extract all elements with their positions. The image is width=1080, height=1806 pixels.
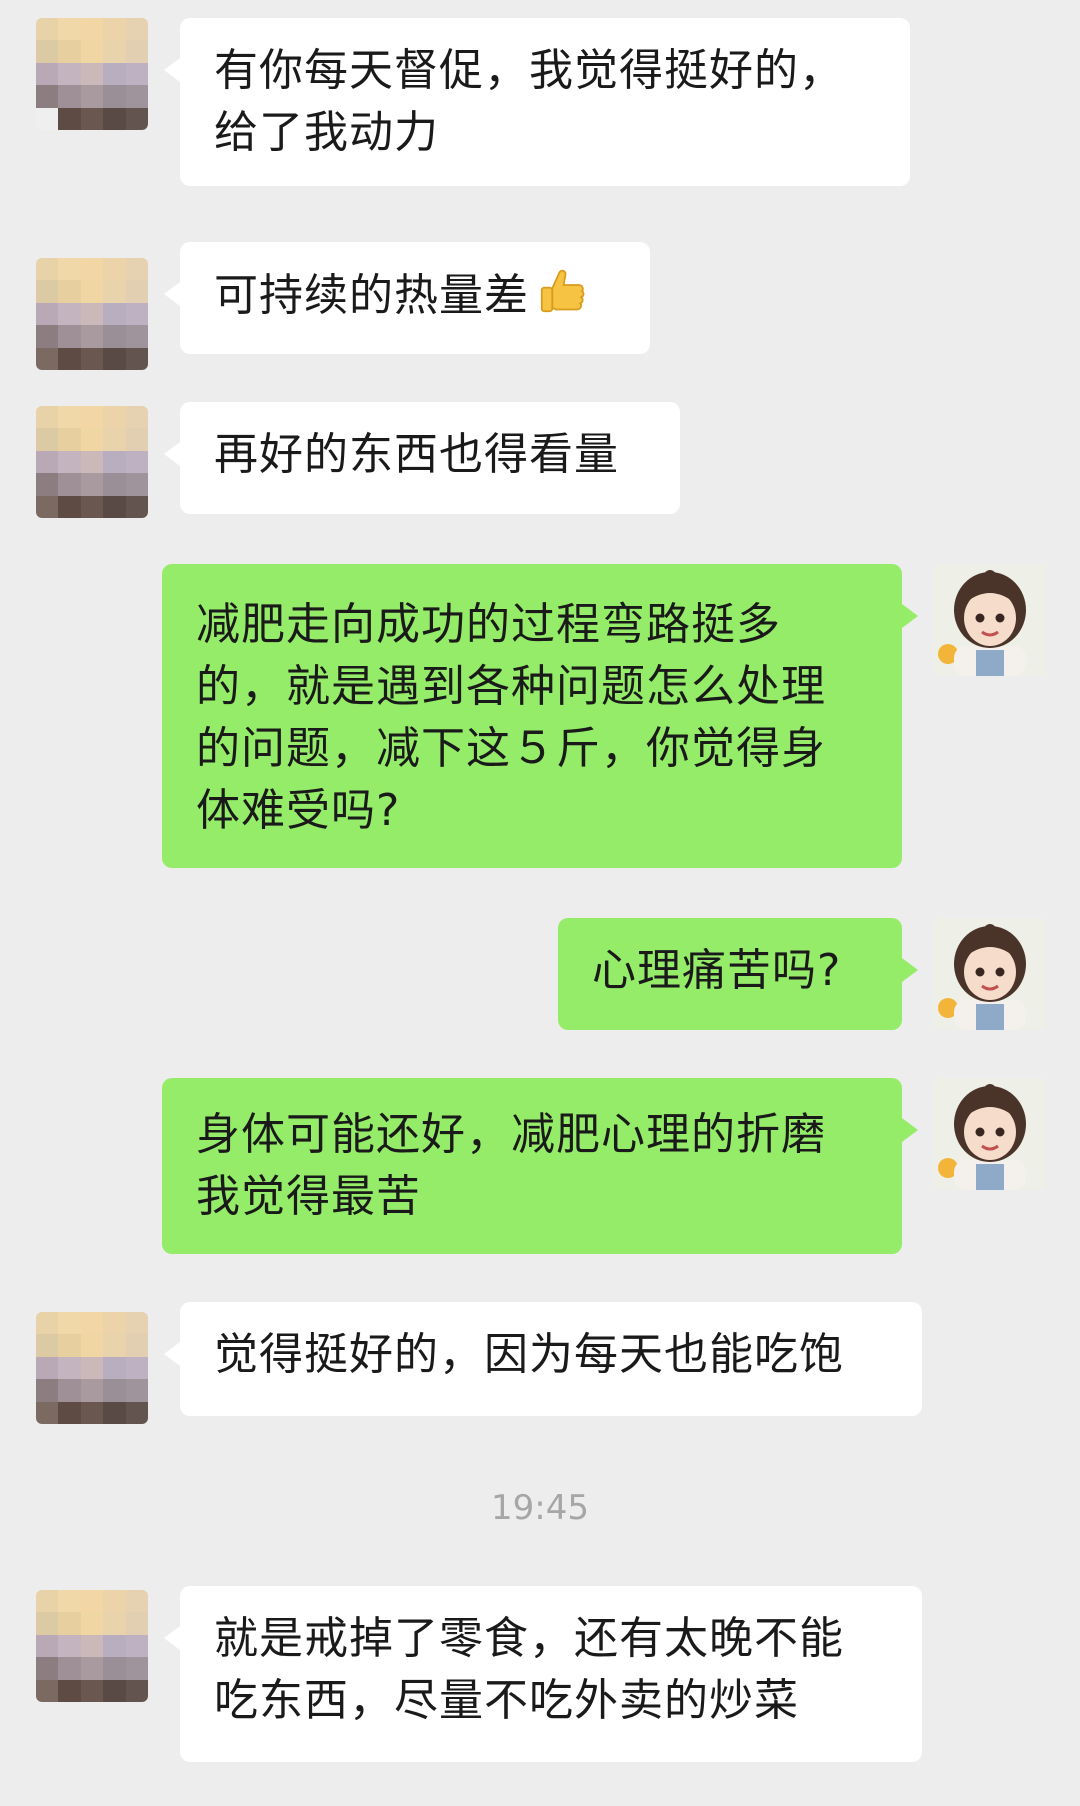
chat-timestamp: 19:45 <box>491 1488 589 1528</box>
incoming-message-bubble[interactable]: 再好的东西也得看量 <box>164 402 680 514</box>
thumbs-up-icon <box>540 269 585 313</box>
contact-avatar[interactable] <box>36 258 148 370</box>
message-text: 再好的东西也得看量 <box>214 429 619 480</box>
incoming-message-bubble[interactable]: 可持续的热量差 <box>164 242 650 354</box>
incoming-message-bubble[interactable]: 有你每天督促，我觉得挺好的，给了我动力 <box>164 18 910 186</box>
message-text: 觉得挺好的，因为每天也能吃饱 <box>214 1329 844 1380</box>
cartoon-girl-avatar-icon <box>934 1078 1046 1190</box>
message-text: 有你每天督促，我觉得挺好的，给了我动力 <box>214 45 844 158</box>
contact-avatar[interactable] <box>36 406 148 518</box>
pixelated-avatar-icon <box>36 406 148 518</box>
self-avatar[interactable] <box>934 918 1046 1030</box>
contact-avatar[interactable] <box>36 1312 148 1424</box>
cartoon-girl-avatar-icon <box>934 918 1046 1030</box>
self-avatar[interactable] <box>934 1078 1046 1190</box>
incoming-message-bubble[interactable]: 就是戒掉了零食，还有太晚不能吃东西，尽量不吃外卖的炒菜 <box>164 1586 922 1762</box>
message-text: 就是戒掉了零食，还有太晚不能吃东西，尽量不吃外卖的炒菜 <box>214 1613 844 1726</box>
outgoing-message-bubble[interactable]: 减肥走向成功的过程弯路挺多的，就是遇到各种问题怎么处理的问题，减下这５斤，你觉得… <box>162 564 918 868</box>
pixelated-avatar-icon <box>36 258 148 370</box>
contact-avatar[interactable] <box>36 18 148 130</box>
contact-avatar[interactable] <box>36 1590 148 1702</box>
pixelated-avatar-icon <box>36 1590 148 1702</box>
cartoon-girl-avatar-icon <box>934 564 1046 676</box>
pixelated-avatar-icon <box>36 1312 148 1424</box>
message-text: 身体可能还好，减肥心理的折磨我觉得最苦 <box>196 1109 826 1222</box>
self-avatar[interactable] <box>934 564 1046 676</box>
incoming-message-bubble[interactable]: 觉得挺好的，因为每天也能吃饱 <box>164 1302 922 1416</box>
pixelated-avatar-icon <box>36 18 148 130</box>
outgoing-message-bubble[interactable]: 心理痛苦吗? <box>558 918 918 1030</box>
message-text: 心理痛苦吗? <box>592 945 842 996</box>
message-text: 可持续的热量差 <box>214 270 529 321</box>
message-text: 减肥走向成功的过程弯路挺多的，就是遇到各种问题怎么处理的问题，减下这５斤，你觉得… <box>196 599 826 836</box>
outgoing-message-bubble[interactable]: 身体可能还好，减肥心理的折磨我觉得最苦 <box>162 1078 918 1254</box>
